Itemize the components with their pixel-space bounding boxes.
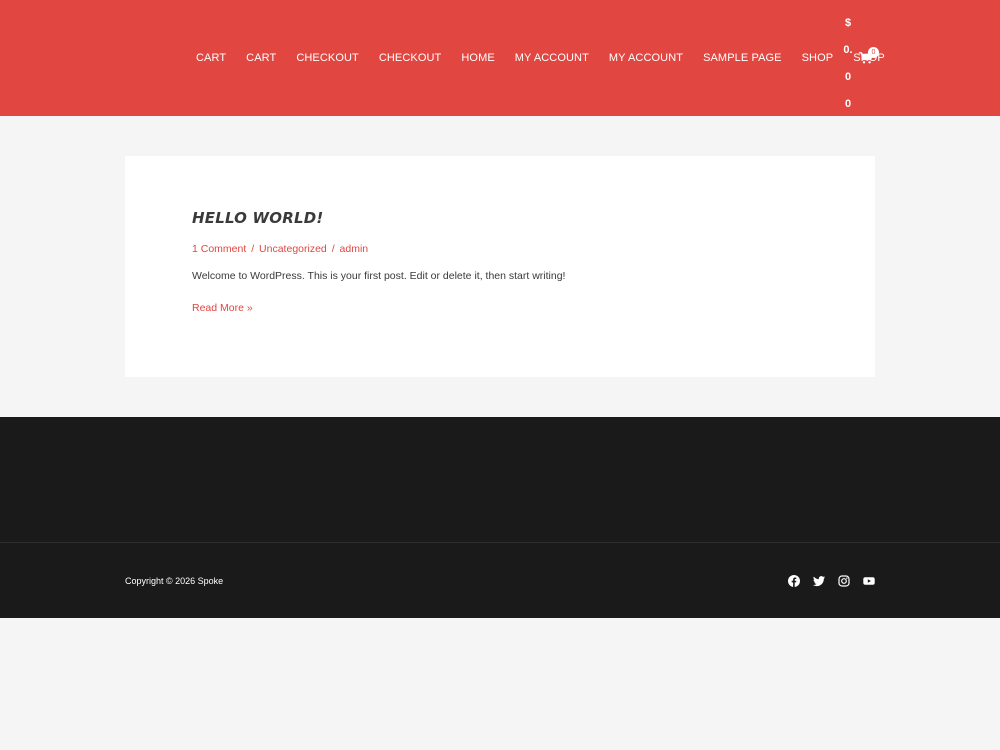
- nav-item-shop[interactable]: Shop: [792, 51, 844, 65]
- meta-separator: /: [331, 243, 335, 255]
- post-title[interactable]: HELLO WORLD!: [192, 209, 323, 227]
- nav-item-sample-page[interactable]: Sample Page: [693, 51, 792, 65]
- social-links: [788, 575, 875, 587]
- cart-total-line: $: [844, 17, 852, 29]
- instagram-icon[interactable]: [838, 575, 850, 587]
- facebook-icon[interactable]: [788, 575, 800, 587]
- nav-item-cart[interactable]: Cart: [186, 51, 236, 65]
- nav-item-my-account[interactable]: My Account: [505, 51, 599, 65]
- post-comments-link[interactable]: 1 Comment: [192, 243, 246, 255]
- post-meta: 1 Comment / Uncategorized / admin: [192, 243, 368, 255]
- site-header: Cart Cart Checkout Checkout Home My Acco…: [0, 0, 1000, 116]
- copyright-text: Copyright © 2026 Spoke: [125, 576, 224, 586]
- nav-item-checkout[interactable]: Checkout: [286, 51, 369, 65]
- nav-item-checkout[interactable]: Checkout: [369, 51, 452, 65]
- cart-total-line: 0.: [843, 44, 853, 56]
- post-author-link[interactable]: admin: [340, 243, 369, 255]
- cart-count-badge: 0: [868, 47, 879, 58]
- footer-widget-area: [0, 417, 1000, 542]
- nav-item-my-account[interactable]: My Account: [599, 51, 693, 65]
- read-more-link[interactable]: Read More »: [192, 302, 253, 314]
- site-footer: Copyright © 2026 Spoke: [0, 542, 1000, 618]
- primary-navigation: Cart Cart Checkout Checkout Home My Acco…: [186, 51, 895, 65]
- cart-total[interactable]: $ 0. 0 0: [842, 10, 854, 118]
- youtube-icon[interactable]: [863, 575, 875, 587]
- post-card: HELLO WORLD! 1 Comment / Uncategorized /…: [125, 156, 875, 377]
- cart-total-line: 0: [844, 98, 852, 110]
- twitter-icon[interactable]: [813, 575, 825, 587]
- cart-total-line: 0: [844, 71, 852, 83]
- nav-item-home[interactable]: Home: [451, 51, 504, 65]
- meta-separator: /: [251, 243, 255, 255]
- post-category-link[interactable]: Uncategorized: [259, 243, 327, 255]
- nav-item-cart[interactable]: Cart: [236, 51, 286, 65]
- post-excerpt: Welcome to WordPress. This is your first…: [192, 270, 566, 282]
